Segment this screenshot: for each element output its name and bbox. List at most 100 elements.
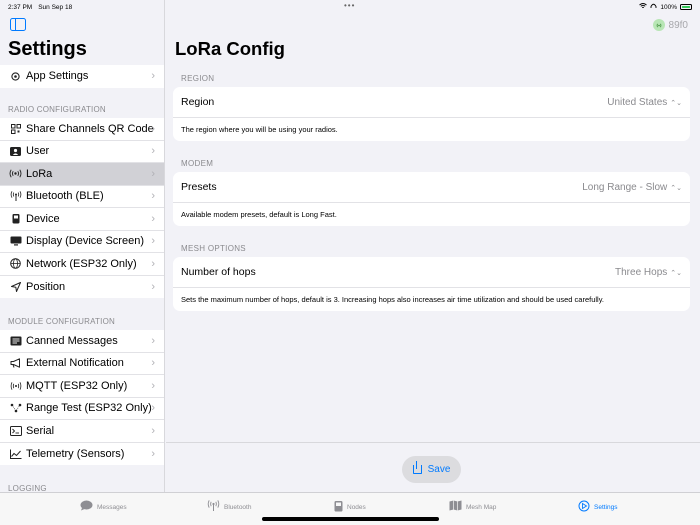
status-time: 2:37 PM — [8, 3, 33, 11]
page-title: LoRa Config — [175, 38, 285, 59]
section-header-modem: MODEM — [181, 159, 214, 168]
sidebar-item-range-test[interactable]: Range Test (ESP32 Only) › — [0, 398, 164, 420]
main-content: 89f0 LoRa Config REGION Region United St… — [166, 0, 700, 492]
nodes-icon — [9, 402, 22, 415]
tab-label: Nodes — [347, 504, 366, 511]
sidebar-item-canned-messages[interactable]: Canned Messages › — [0, 330, 164, 353]
sidebar-item-telemetry[interactable]: Telemetry (Sensors) › — [0, 443, 164, 466]
chevron-right-icon: › — [151, 447, 155, 460]
headphones-icon — [650, 3, 657, 11]
mesh-options-card: Number of hops Three Hops ⌃⌄ Sets the max… — [173, 257, 690, 311]
sidebar-item-label: Device — [26, 212, 60, 225]
region-description: The region where you will be using your … — [181, 125, 338, 134]
sidebar-item-bluetooth[interactable]: Bluetooth (BLE) › — [0, 186, 164, 208]
sidebar-item-share-channels[interactable]: Share Channels QR Code › — [0, 118, 164, 141]
tab-bluetooth[interactable]: Bluetooth — [207, 500, 251, 514]
sidebar-item-label: Position — [26, 280, 66, 293]
qrcode-icon — [9, 122, 22, 135]
chevron-updown-icon: ⌃⌄ — [670, 269, 682, 277]
chevron-updown-icon: ⌃⌄ — [670, 184, 682, 192]
region-card: Region United States ⌃⌄ The region where … — [173, 87, 690, 141]
chart-icon — [9, 447, 22, 460]
sidebar-item-label: App Settings — [26, 70, 89, 83]
sidebar-item-label: User — [26, 145, 50, 158]
sidebar-item-display[interactable]: Display (Device Screen) › — [0, 231, 164, 253]
tab-settings[interactable]: Settings — [578, 500, 618, 515]
chevron-right-icon: › — [151, 334, 155, 347]
antenna-icon — [207, 500, 220, 514]
gear-icon — [9, 70, 22, 83]
chat-bubble-icon — [80, 500, 93, 514]
hops-picker[interactable]: Number of hops Three Hops ⌃⌄ — [173, 257, 690, 288]
region-label: Region — [181, 96, 215, 108]
terminal-icon — [9, 424, 22, 437]
status-bar: 2:37 PM Sun Sep 18 ••• 100% — [0, 0, 700, 14]
section-header-module: MODULE CONFIGURATION — [8, 317, 115, 326]
connected-node-badge[interactable]: 89f0 — [652, 19, 688, 31]
chevron-right-icon: › — [151, 357, 155, 370]
save-icon — [412, 461, 422, 474]
presets-picker[interactable]: Presets Long Range - Slow ⌃⌄ — [173, 172, 690, 203]
sidebar-item-external-notification[interactable]: External Notification › — [0, 353, 164, 375]
status-date: Sun Sep 18 — [38, 3, 73, 11]
sidebar-item-app-settings[interactable]: App Settings › — [0, 65, 164, 88]
wifi-icon — [639, 3, 648, 11]
sidebar-item-label: External Notification — [26, 357, 124, 370]
sidebar-item-label: Bluetooth (BLE) — [26, 190, 104, 203]
sidebar-item-label: Display (Device Screen) — [26, 235, 144, 248]
globe-icon — [9, 257, 22, 270]
map-icon — [449, 500, 462, 514]
chevron-right-icon: › — [151, 257, 155, 270]
chevron-right-icon: › — [151, 145, 155, 158]
chevron-right-icon: › — [151, 190, 155, 203]
sidebar-group-radio: Share Channels QR Code › User › LoRa › B… — [0, 118, 164, 299]
tab-mesh-map[interactable]: Mesh Map — [449, 500, 496, 514]
chevron-right-icon: › — [151, 212, 155, 225]
sidebar-item-position[interactable]: Position › — [0, 276, 164, 299]
home-indicator[interactable] — [262, 517, 439, 521]
sidebar: Settings App Settings › RADIO CONFIGURAT… — [0, 0, 165, 492]
sidebar-item-label: Telemetry (Sensors) — [26, 447, 125, 460]
tab-label: Mesh Map — [466, 503, 497, 511]
device-icon — [334, 500, 343, 515]
modem-card: Presets Long Range - Slow ⌃⌄ Available mo… — [173, 172, 690, 226]
tab-nodes[interactable]: Nodes — [334, 500, 366, 515]
region-picker[interactable]: Region United States ⌃⌄ — [173, 87, 690, 118]
location-icon — [9, 280, 22, 293]
broadcast-icon — [9, 379, 22, 392]
sidebar-item-label: Serial — [26, 424, 55, 437]
chevron-right-icon: › — [151, 122, 155, 135]
sidebar-item-label: MQTT (ESP32 Only) — [26, 379, 128, 392]
display-icon — [9, 235, 22, 248]
sidebar-item-mqtt[interactable]: MQTT (ESP32 Only) › — [0, 375, 164, 398]
person-card-icon — [9, 145, 22, 158]
chevron-updown-icon: ⌃⌄ — [670, 99, 682, 107]
tab-label: Settings — [594, 504, 618, 511]
sidebar-item-label: Share Channels QR Code — [26, 122, 154, 135]
sidebar-item-lora[interactable]: LoRa › — [0, 163, 164, 186]
multitasking-dots-icon[interactable]: ••• — [344, 2, 355, 10]
sidebar-item-user[interactable]: User › — [0, 141, 164, 163]
chevron-right-icon: › — [151, 402, 155, 415]
save-label: Save — [427, 464, 451, 475]
node-status-icon — [652, 19, 665, 31]
chevron-right-icon: › — [151, 167, 155, 180]
tab-messages[interactable]: Messages — [80, 500, 127, 514]
sidebar-item-serial[interactable]: Serial › — [0, 420, 164, 443]
message-list-icon — [9, 334, 22, 347]
sidebar-toggle-icon[interactable] — [10, 18, 26, 31]
chevron-right-icon: › — [151, 280, 155, 293]
chevron-right-icon: › — [151, 235, 155, 248]
sidebar-item-network[interactable]: Network (ESP32 Only) › — [0, 253, 164, 276]
sidebar-item-label: Canned Messages — [26, 334, 118, 347]
sidebar-item-device[interactable]: Device › — [0, 208, 164, 231]
save-button[interactable]: Save — [402, 456, 461, 483]
region-value: United States — [607, 96, 668, 108]
sidebar-item-label: Range Test (ESP32 Only) — [26, 402, 152, 415]
node-short-name: 89f0 — [668, 19, 688, 31]
sidebar-item-label: LoRa — [26, 167, 53, 180]
chevron-right-icon: › — [151, 70, 155, 83]
section-header-region: REGION — [181, 74, 215, 83]
hops-description: Sets the maximum number of hops, default… — [181, 295, 604, 304]
tab-label: Messages — [97, 503, 127, 511]
